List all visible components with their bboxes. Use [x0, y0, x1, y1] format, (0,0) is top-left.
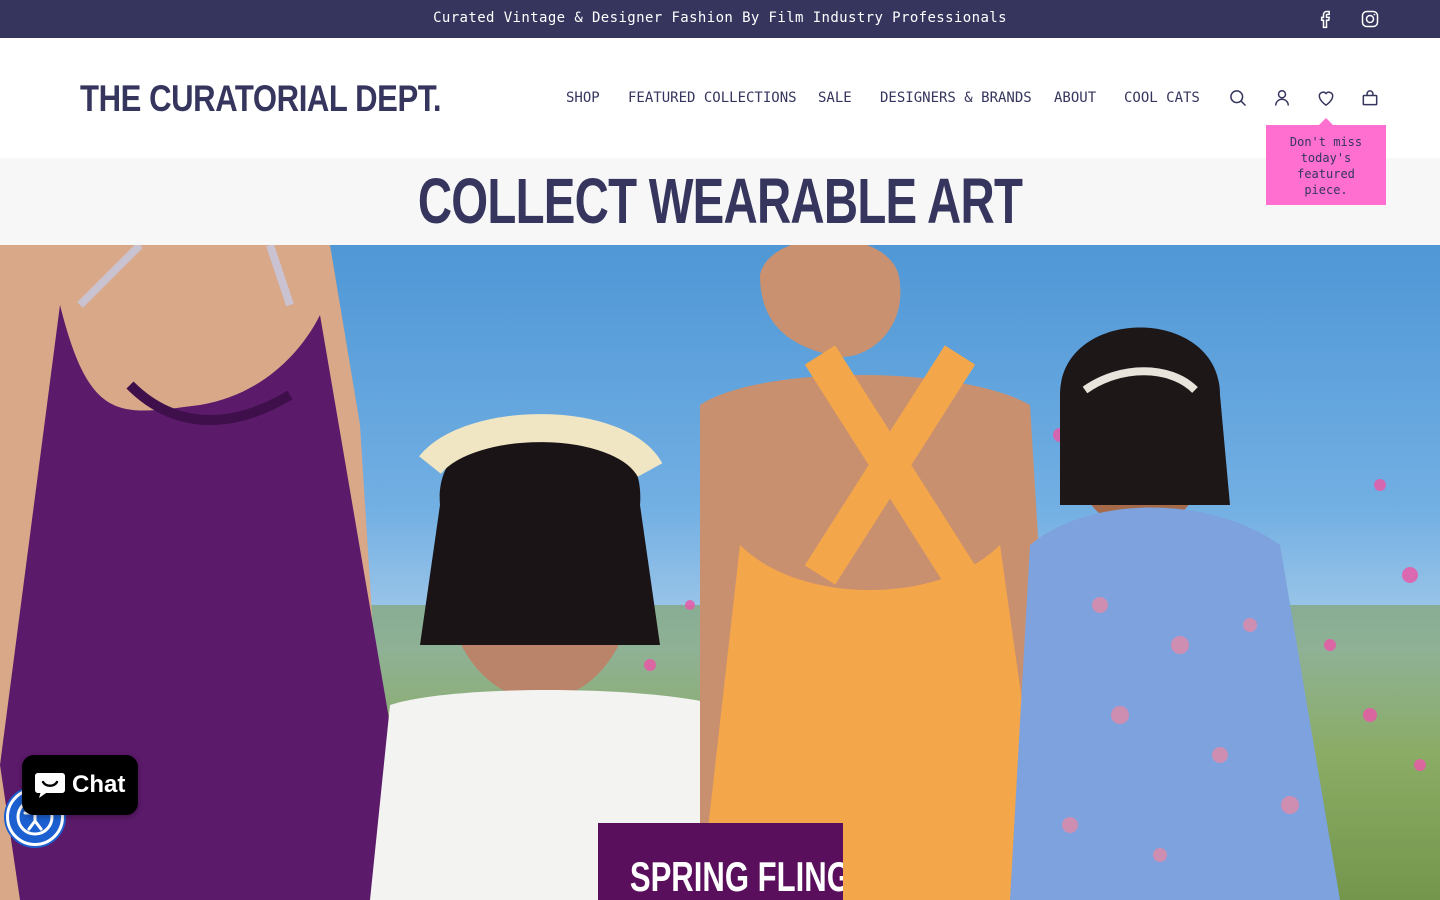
site-logo[interactable]: THE CURATORIAL DEPT.: [80, 78, 442, 120]
account-button[interactable]: [1270, 86, 1294, 110]
cart-button[interactable]: [1358, 86, 1382, 110]
tagline-band: COLLECT WEARABLE ART: [0, 158, 1440, 245]
nav-sale[interactable]: SALE: [818, 90, 852, 106]
cart-bag-icon: [1362, 90, 1378, 106]
nav-about[interactable]: ABOUT: [1054, 90, 1096, 106]
instagram-link[interactable]: [1359, 8, 1381, 30]
page-tagline: COLLECT WEARABLE ART: [417, 165, 1023, 237]
facebook-link[interactable]: [1314, 8, 1336, 30]
tooltip-arrow: [1319, 118, 1333, 125]
hero-photo-illustration: [0, 245, 1440, 900]
wishlist-button[interactable]: [1314, 86, 1338, 110]
hero-image: [0, 245, 1440, 900]
site-header: THE CURATORIAL DEPT. SHOP FEATURED COLLE…: [0, 38, 1440, 158]
cta-label: SPRING FLING: [629, 853, 843, 900]
nav-designers-brands[interactable]: DESIGNERS & BRANDS: [880, 90, 1032, 106]
featured-piece-tooltip[interactable]: Don't miss today's featured piece.: [1266, 125, 1386, 205]
facebook-icon: [1320, 10, 1331, 29]
search-icon: [1230, 90, 1247, 107]
account-icon: [1275, 90, 1289, 106]
spring-fling-button[interactable]: SPRING FLING: [598, 823, 843, 900]
search-button[interactable]: [1226, 86, 1250, 110]
chat-label: Chat: [72, 771, 126, 798]
announcement-bar: Curated Vintage & Designer Fashion By Fi…: [0, 0, 1440, 38]
tooltip-text: Don't miss today's featured piece.: [1289, 135, 1363, 197]
nav-shop[interactable]: SHOP: [566, 90, 600, 106]
wishlist-heart-icon: [1318, 91, 1334, 106]
nav-featured-collections[interactable]: FEATURED COLLECTIONS: [628, 90, 797, 106]
chat-widget-button[interactable]: Chat: [22, 755, 138, 815]
nav-cool-cats[interactable]: COOL CATS: [1124, 90, 1200, 106]
instagram-icon: [1361, 10, 1379, 28]
announcement-text: Curated Vintage & Designer Fashion By Fi…: [433, 10, 1007, 26]
chat-bubble-icon: [35, 773, 65, 798]
